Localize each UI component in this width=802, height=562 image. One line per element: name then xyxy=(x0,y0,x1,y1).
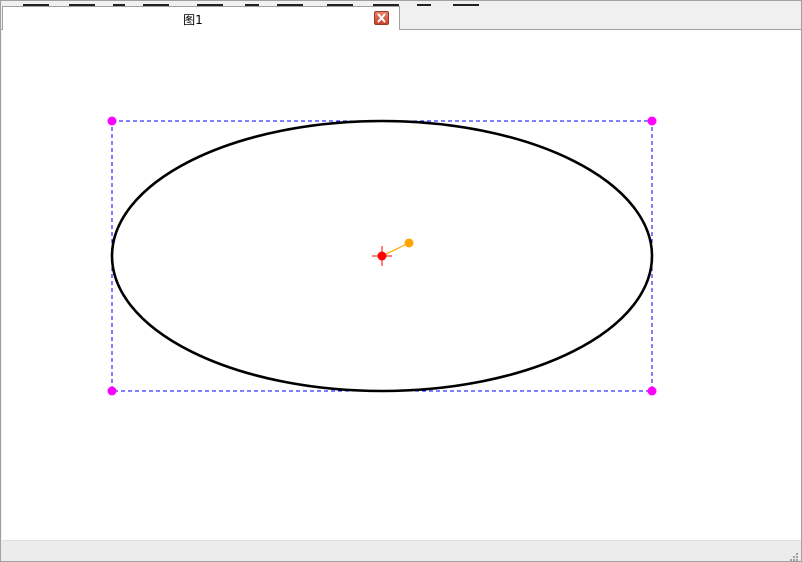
tab-title: 图1 xyxy=(183,13,203,27)
rotation-handle-icon[interactable] xyxy=(404,238,414,248)
resize-handle-bottom-right[interactable] xyxy=(647,386,657,396)
status-bar xyxy=(1,541,801,561)
drawing-window: 图1 xyxy=(0,0,802,562)
drawing-canvas[interactable] xyxy=(2,30,801,541)
tab-drawing-1[interactable]: 图1 xyxy=(2,6,400,31)
resize-grip-icon[interactable] xyxy=(787,547,799,561)
close-icon[interactable] xyxy=(374,11,389,25)
resize-handle-top-right[interactable] xyxy=(647,116,657,126)
crosshair-icon[interactable] xyxy=(372,246,392,266)
resize-handle-top-left[interactable] xyxy=(107,116,117,126)
document-tabbar: 图1 xyxy=(1,6,801,31)
resize-handle-bottom-left[interactable] xyxy=(107,386,117,396)
